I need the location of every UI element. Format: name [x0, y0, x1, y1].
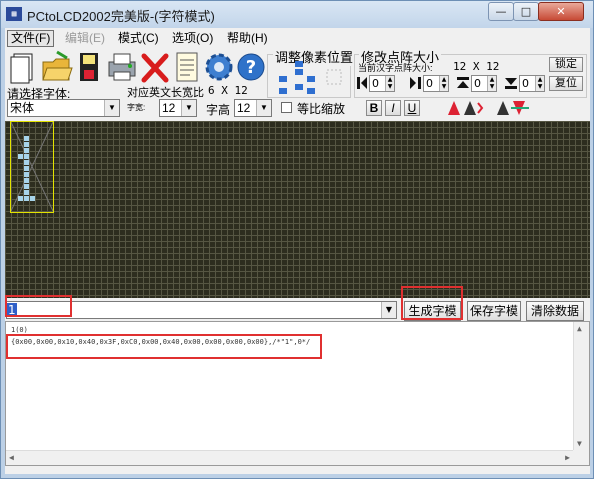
font-select[interactable]: 宋体 ▼: [7, 99, 120, 117]
pixel-on: [24, 172, 29, 177]
menu-file[interactable]: 文件(F): [7, 30, 55, 47]
char-height-value: 12: [237, 101, 251, 115]
current-matrix-label: 当前汉字点阵大小:: [358, 63, 433, 73]
pixel-on: [24, 148, 29, 153]
char-height-select[interactable]: 12 ▼: [234, 99, 272, 117]
menu-options[interactable]: 选项(O): [169, 30, 216, 47]
print-icon[interactable]: [106, 50, 138, 84]
save-button[interactable]: 保存字模: [467, 301, 521, 321]
clear-button[interactable]: 清除数据: [526, 301, 584, 321]
scroll-left-icon[interactable]: ◀: [9, 453, 14, 462]
pixel-on: [24, 136, 29, 141]
save-disk-icon[interactable]: [74, 50, 106, 84]
pixel-on: [24, 184, 29, 189]
underline-button[interactable]: U: [404, 100, 420, 116]
pixel-position-arrows[interactable]: [277, 60, 347, 96]
client-area: 文件(F) 编辑(E) 模式(C) 选项(O) 帮助(H) ? 调整像素位置 修…: [5, 28, 590, 474]
english-width-value: 6 X 12: [208, 84, 248, 97]
proportional-label: 等比缩放: [297, 102, 346, 116]
proportional-checkbox[interactable]: [281, 102, 292, 113]
matrix-left-value: 0: [372, 77, 379, 90]
horizontal-scrollbar[interactable]: ◀ ▶: [6, 450, 573, 465]
current-matrix-value: 12 X 12: [453, 60, 500, 73]
highlight-input-box: [5, 295, 72, 317]
help-question-icon[interactable]: ?: [235, 50, 267, 84]
pixel-on: [24, 196, 29, 201]
matrix-right-spin[interactable]: 0 ▲ ▼: [423, 75, 449, 92]
scroll-down-icon[interactable]: ▼: [577, 439, 582, 448]
matrix-right-icon: [410, 77, 421, 89]
english-width-label: 对应英文长宽比: [127, 87, 204, 99]
matrix-top-value: 0: [474, 77, 481, 90]
output-line-header: 1(0): [11, 326, 28, 334]
spin-arrows-icon[interactable]: ▲ ▼: [535, 76, 544, 91]
char-width-select[interactable]: 12 ▼: [159, 99, 197, 117]
restore-button[interactable]: 复位: [549, 76, 583, 91]
pixel-on: [18, 154, 23, 159]
matrix-top-icon: [457, 77, 469, 89]
lock-button[interactable]: 锁定: [549, 57, 583, 72]
delete-x-icon[interactable]: [139, 50, 171, 84]
notes-icon[interactable]: [171, 50, 203, 84]
bold-button[interactable]: B: [366, 100, 382, 116]
pixel-on: [24, 160, 29, 165]
scroll-corner: [573, 450, 589, 465]
char-width-label: 字宽:: [127, 103, 146, 112]
vertical-scrollbar[interactable]: ▲ ▼: [573, 322, 589, 450]
flip-icon[interactable]: [495, 99, 531, 117]
matrix-right-value: 0: [426, 77, 433, 90]
menu-help[interactable]: 帮助(H): [224, 30, 271, 47]
close-button[interactable]: ✕: [538, 2, 584, 21]
open-folder-icon[interactable]: [41, 50, 73, 84]
title-bar[interactable]: ▦ PCtoLCD2002完美版-(字符模式) — □ ✕: [1, 1, 593, 28]
svg-text:?: ?: [246, 57, 256, 78]
matrix-bottom-spin[interactable]: 0 ▲ ▼: [519, 75, 545, 92]
highlight-generate-box: [401, 286, 463, 320]
maximize-button[interactable]: □: [513, 2, 539, 21]
pixel-on: [24, 190, 29, 195]
pixel-on: [24, 154, 29, 159]
chevron-down-icon[interactable]: ▼: [104, 100, 119, 116]
char-width-value: 12: [162, 101, 176, 115]
input-bar: 1 ▼ 生成字模 保存字模 清除数据: [5, 299, 590, 321]
app-window: ▦ PCtoLCD2002完美版-(字符模式) — □ ✕ 文件(F) 编辑(E…: [0, 0, 594, 479]
font-select-value: 宋体: [10, 101, 35, 115]
pixel-on: [24, 178, 29, 183]
italic-button[interactable]: I: [385, 100, 401, 116]
settings-gear-icon[interactable]: [203, 50, 235, 84]
pixel-on: [30, 196, 35, 201]
menu-mode[interactable]: 模式(C): [115, 30, 162, 47]
pixel-on: [18, 196, 23, 201]
minimize-button[interactable]: —: [488, 2, 514, 21]
pixel-on: [24, 166, 29, 171]
spin-arrows-icon[interactable]: ▲ ▼: [385, 76, 394, 91]
spin-arrows-icon[interactable]: ▲ ▼: [487, 76, 496, 91]
window-title: PCtoLCD2002完美版-(字符模式): [27, 9, 215, 24]
matrix-bottom-icon: [505, 77, 517, 89]
scroll-up-icon[interactable]: ▲: [577, 324, 582, 333]
matrix-top-spin[interactable]: 0 ▲ ▼: [471, 75, 497, 92]
menu-bar: 文件(F) 编辑(E) 模式(C) 选项(O) 帮助(H): [5, 28, 590, 48]
spin-arrows-icon[interactable]: ▲ ▼: [439, 76, 448, 91]
matrix-bottom-value: 0: [522, 77, 529, 90]
menu-edit[interactable]: 编辑(E): [62, 30, 108, 47]
scroll-right-icon[interactable]: ▶: [565, 453, 570, 462]
chevron-down-icon[interactable]: ▼: [256, 100, 271, 116]
new-file-icon[interactable]: [8, 50, 40, 84]
matrix-left-icon: [357, 77, 368, 89]
app-logo-icon: ▦: [6, 7, 22, 21]
pixel-on: [24, 142, 29, 147]
dot-matrix-grid[interactable]: [5, 121, 590, 298]
matrix-left-spin[interactable]: 0 ▲ ▼: [369, 75, 395, 92]
character-preview-box[interactable]: [10, 121, 54, 213]
chevron-down-icon[interactable]: ▼: [381, 302, 396, 318]
highlight-output-box: [6, 334, 322, 359]
chevron-down-icon[interactable]: ▼: [181, 100, 196, 116]
mirror-rotate-icon[interactable]: [446, 99, 484, 117]
char-height-label: 字高: [206, 103, 231, 117]
